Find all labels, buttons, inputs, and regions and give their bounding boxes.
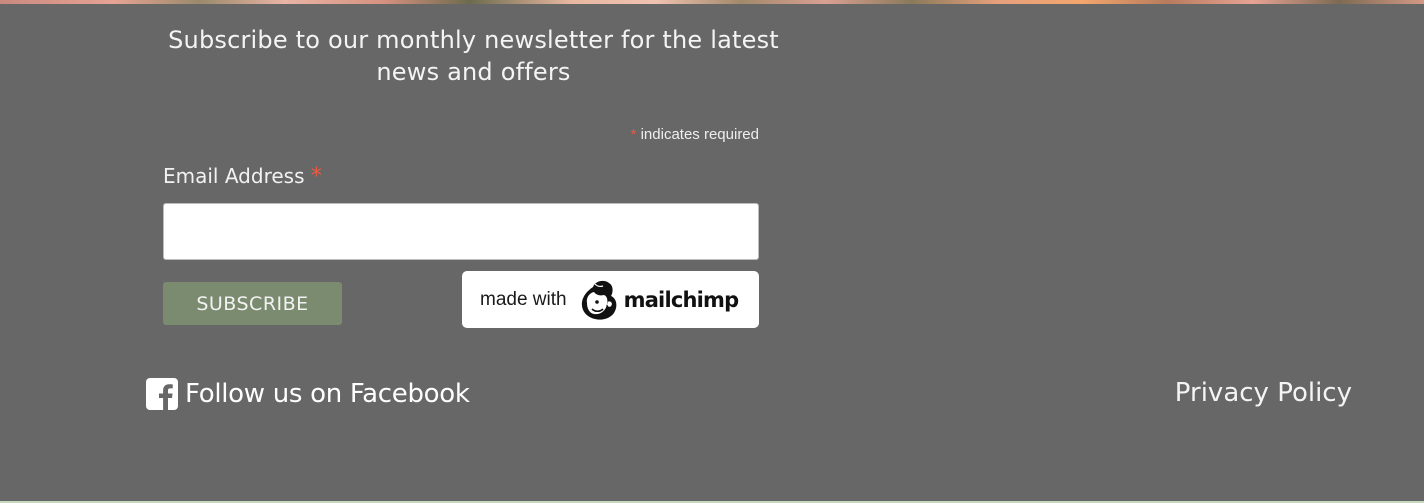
privacy-policy-link[interactable]: Privacy Policy: [1175, 378, 1352, 408]
email-address-input[interactable]: [163, 203, 759, 260]
required-indicator-note: * indicates required: [631, 126, 759, 143]
subscribe-button[interactable]: SUBSCRIBE: [163, 282, 342, 325]
follow-facebook-link[interactable]: Follow us on Facebook: [146, 378, 470, 410]
hero-image-strip: [0, 0, 1424, 4]
newsletter-heading: Subscribe to our monthly newsletter for …: [140, 24, 807, 88]
required-note-text: indicates required: [636, 126, 759, 143]
mailchimp-freddie-icon: [578, 278, 620, 322]
email-label-text: Email Address: [163, 164, 305, 188]
facebook-link-label: Follow us on Facebook: [185, 379, 470, 409]
newsletter-heading-line1: Subscribe to our monthly newsletter for …: [168, 26, 779, 54]
facebook-square-icon: [146, 378, 178, 410]
mailchimp-wordmark: mailchimp: [623, 287, 740, 312]
mailchimp-referral-badge[interactable]: made with mailchimp: [462, 271, 759, 328]
email-address-label: Email Address *: [163, 164, 322, 189]
made-with-text: made with: [480, 288, 567, 310]
newsletter-heading-line2: news and offers: [376, 58, 571, 86]
email-required-asterisk: *: [310, 164, 322, 189]
